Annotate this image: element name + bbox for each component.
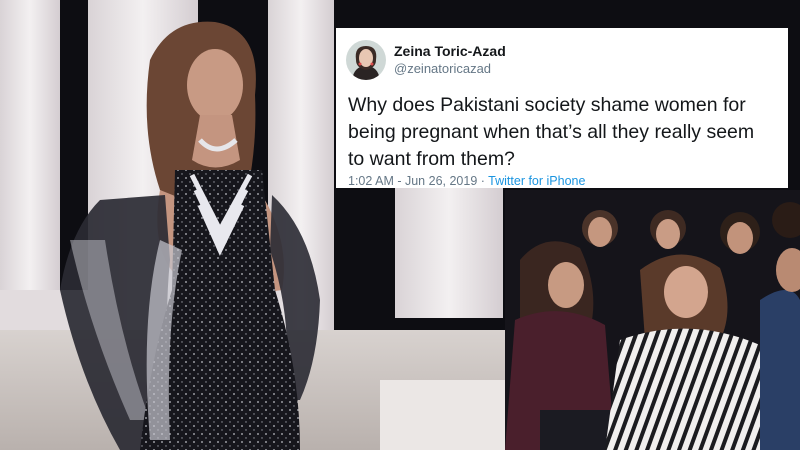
tweet-date[interactable]: Jun 26, 2019 <box>405 174 477 188</box>
author-handle[interactable]: @zeinatoricazad <box>394 60 506 77</box>
author-name[interactable]: Zeina Toric-Azad <box>394 43 506 60</box>
tweet-source[interactable]: Twitter for iPhone <box>488 174 585 188</box>
profile-photo-icon[interactable] <box>346 40 386 80</box>
author-block: Zeina Toric-Azad @zeinatoricazad <box>394 43 506 77</box>
tweet-time[interactable]: 1:02 AM <box>348 174 394 188</box>
pillar-left <box>0 0 60 310</box>
scene: Zeina Toric-Azad @zeinatoricazad Why doe… <box>0 0 800 450</box>
pillar-far <box>395 188 503 318</box>
tweet-meta: 1:02 AM - Jun 26, 2019 · Twitter for iPh… <box>348 174 585 188</box>
tweet-text: Why does Pakistani society shame women f… <box>348 94 755 170</box>
tweet-header: Zeina Toric-Azad @zeinatoricazad <box>346 38 774 82</box>
meta-separator: · <box>477 174 489 188</box>
meta-separator: - <box>393 174 405 188</box>
tweet-card[interactable]: Zeina Toric-Azad @zeinatoricazad Why doe… <box>336 28 788 188</box>
